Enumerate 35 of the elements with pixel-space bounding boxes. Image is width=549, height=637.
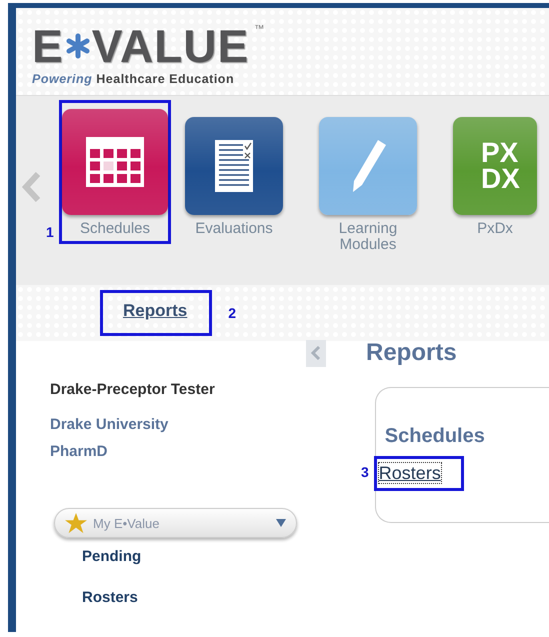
logo-letter: E (32, 24, 64, 68)
collapse-button[interactable] (306, 340, 326, 366)
my-evalue-dropdown[interactable]: My E•Value (54, 508, 297, 538)
chevron-left-icon (311, 346, 321, 360)
module-tile[interactable]: Evaluations (181, 100, 287, 244)
module-tile[interactable]: Schedules (59, 100, 171, 244)
user-name: Drake-Preceptor Tester (50, 381, 216, 398)
logo-wordmark: VALUE (92, 24, 250, 68)
chevron-left-icon[interactable] (22, 172, 42, 202)
dropdown-caret-icon (276, 519, 286, 527)
tagline-lead: Powering (32, 72, 92, 86)
tile-letters: DX (481, 166, 520, 192)
star-icon (65, 512, 87, 534)
module-label: PxDx (477, 221, 513, 237)
tagline: Healthcare Education (96, 72, 234, 86)
menu-link[interactable]: Pending (82, 548, 306, 565)
module-tile[interactable]: Learning Modules (315, 100, 421, 260)
callout-number: 3 (361, 464, 369, 480)
module-label: Learning Modules (338, 221, 398, 253)
checklist-document-icon (215, 140, 253, 192)
module-tile[interactable]: PX DX PxDx (449, 100, 541, 244)
callout-number: 1 (46, 224, 55, 240)
module-label: Evaluations (195, 221, 273, 237)
reports-link[interactable]: Reports (123, 301, 188, 320)
trademark: ™ (254, 24, 264, 35)
rosters-link[interactable]: Rosters (378, 463, 441, 483)
section-heading: Schedules (384, 425, 486, 448)
callout-number: 2 (228, 305, 236, 321)
asterisk-icon (66, 33, 90, 59)
menu-link[interactable]: Rosters (82, 589, 306, 606)
program-name: PharmD (50, 443, 109, 460)
tile-letters: PX (481, 140, 518, 166)
institution-name: Drake University (50, 416, 170, 433)
page-title: Reports (366, 339, 457, 367)
module-label: Schedules (80, 221, 150, 237)
